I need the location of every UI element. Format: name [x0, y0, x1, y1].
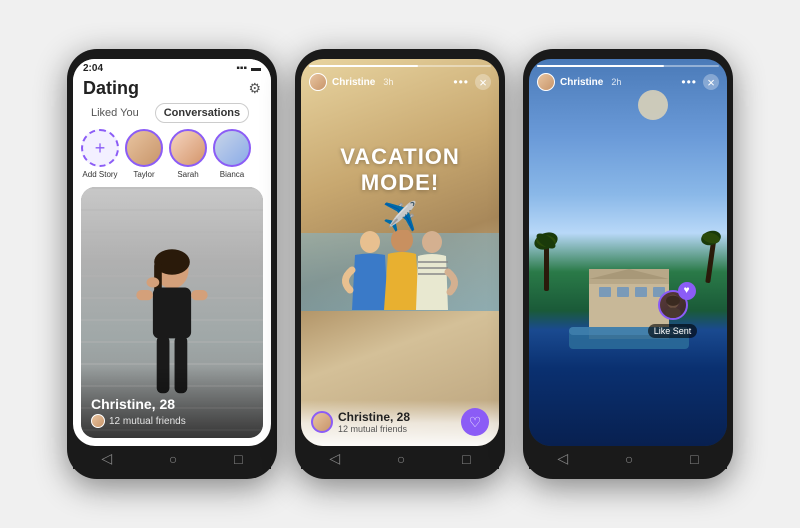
story-progress-fill-2 [309, 65, 418, 67]
close-story-button-3[interactable]: × [703, 74, 719, 90]
phone-1: 2:04 ▪▪▪ ▬ Dating ⚙ Liked You Conversati… [67, 49, 277, 479]
phone-3: Christine 2h ••• × [523, 49, 733, 479]
story-avatar-bottom-2 [311, 411, 333, 433]
story-bianca[interactable]: Bianca [213, 129, 251, 179]
like-sent-overlay: ♥ Like Sent [648, 290, 698, 338]
story-header-3: Christine 2h ••• × [529, 59, 727, 95]
phone1-screen: 2:04 ▪▪▪ ▬ Dating ⚙ Liked You Conversati… [73, 59, 271, 446]
tabs-1: Liked You Conversations [73, 103, 271, 129]
profile-card-1[interactable]: Christine, 28 12 mutual friends [81, 187, 263, 438]
story-user-row-2: Christine 3h ••• × [309, 73, 491, 91]
add-story-label: Add Story [82, 170, 117, 179]
story-bottom-name-2: Christine, 28 [338, 410, 410, 424]
home-button-2[interactable]: ○ [397, 451, 405, 467]
story-progress-bar-2 [309, 65, 491, 67]
status-bar-1: 2:04 ▪▪▪ ▬ [73, 59, 271, 76]
story-time-3: 2h [611, 77, 621, 87]
add-story-button[interactable]: + [81, 129, 119, 167]
app-header-1: Dating ⚙ [73, 76, 271, 103]
story-username-2: Christine [332, 77, 375, 88]
phone2-screen: Christine 3h ••• × VACATION MODE! ✈️ [301, 59, 499, 446]
story-bottom-text-2: Christine, 28 12 mutual friends [338, 410, 410, 434]
phone1-nav: ◁ ○ □ [73, 446, 271, 469]
story-header-2: Christine 3h ••• × [301, 59, 499, 95]
close-story-button-2[interactable]: × [475, 74, 491, 90]
settings-icon[interactable]: ⚙ [248, 80, 261, 97]
story-avatar-sm-2 [309, 73, 327, 91]
tab-liked-you[interactable]: Liked You [83, 104, 147, 122]
home-button-1[interactable]: ○ [169, 451, 177, 467]
bianca-avatar [213, 129, 251, 167]
story-time-2: 3h [383, 77, 393, 87]
tab-conversations[interactable]: Conversations [155, 103, 249, 123]
recents-button-3[interactable]: □ [690, 451, 698, 467]
profile-mutual-1: 12 mutual friends [91, 414, 253, 428]
status-icons-1: ▪▪▪ ▬ [236, 63, 261, 74]
story-avatar-sm-3 [537, 73, 555, 91]
status-time-1: 2:04 [83, 63, 103, 74]
story-actions-2: ••• × [453, 74, 491, 90]
story-fullscreen-3: Christine 2h ••• × [529, 59, 727, 446]
story-sarah[interactable]: Sarah [169, 129, 207, 179]
story-bottom-mutual-2: 12 mutual friends [338, 424, 410, 434]
recents-button-1[interactable]: □ [234, 451, 242, 467]
recents-button-2[interactable]: □ [462, 451, 470, 467]
add-story-item[interactable]: + Add Story [81, 129, 119, 179]
profile-name-1: Christine, 28 [91, 396, 253, 412]
bianca-label: Bianca [220, 170, 244, 179]
taylor-avatar [125, 129, 163, 167]
story-overlay-text-2: VACATION MODE! ✈️ [301, 144, 499, 233]
photo-people-2 [340, 230, 460, 330]
vacation-mode-text: VACATION MODE! [301, 144, 499, 196]
plane-emoji: ✈️ [301, 200, 499, 233]
phone2-nav: ◁ ○ □ [301, 446, 499, 469]
phone3-nav: ◁ ○ □ [529, 446, 727, 469]
sarah-label: Sarah [177, 170, 198, 179]
signal-icon: ▪▪▪ [236, 63, 247, 74]
phone3-screen: Christine 2h ••• × [529, 59, 727, 446]
battery-icon: ▬ [251, 63, 261, 74]
home-button-3[interactable]: ○ [625, 451, 633, 467]
stories-row: + Add Story Taylor Sarah Bianca [73, 129, 271, 187]
more-options-icon-3[interactable]: ••• [681, 75, 697, 89]
like-sent-label: Like Sent [648, 324, 698, 338]
like-button-2[interactable]: ♡ [461, 408, 489, 436]
phone-2: Christine 3h ••• × VACATION MODE! ✈️ [295, 49, 505, 479]
story-user-info-2: Christine 3h [309, 73, 393, 91]
story-bottom-user-2: Christine, 28 12 mutual friends [311, 410, 410, 434]
back-button-2[interactable]: ◁ [329, 450, 340, 467]
story-fullscreen-2: Christine 3h ••• × VACATION MODE! ✈️ [301, 59, 499, 446]
more-options-icon-2[interactable]: ••• [453, 75, 469, 89]
sarah-avatar [169, 129, 207, 167]
taylor-label: Taylor [133, 170, 154, 179]
story-taylor[interactable]: Taylor [125, 129, 163, 179]
back-button-1[interactable]: ◁ [101, 450, 112, 467]
story-progress-fill-3 [537, 65, 664, 67]
profile-card-info: Christine, 28 12 mutual friends [81, 366, 263, 438]
story-bottom-info-2: Christine, 28 12 mutual friends ♡ [301, 400, 499, 446]
mutual-avatar [91, 414, 105, 428]
like-sent-avatar-container: ♥ [658, 290, 688, 320]
story-progress-bar-3 [537, 65, 719, 67]
back-button-3[interactable]: ◁ [557, 450, 568, 467]
like-heart-icon: ♥ [678, 282, 696, 300]
story-actions-3: ••• × [681, 74, 719, 90]
story-user-row-3: Christine 2h ••• × [537, 73, 719, 91]
story-username-3: Christine [560, 77, 603, 88]
story-user-info-3: Christine 2h [537, 73, 621, 91]
women-group [340, 230, 460, 330]
app-title-1: Dating [83, 78, 139, 99]
